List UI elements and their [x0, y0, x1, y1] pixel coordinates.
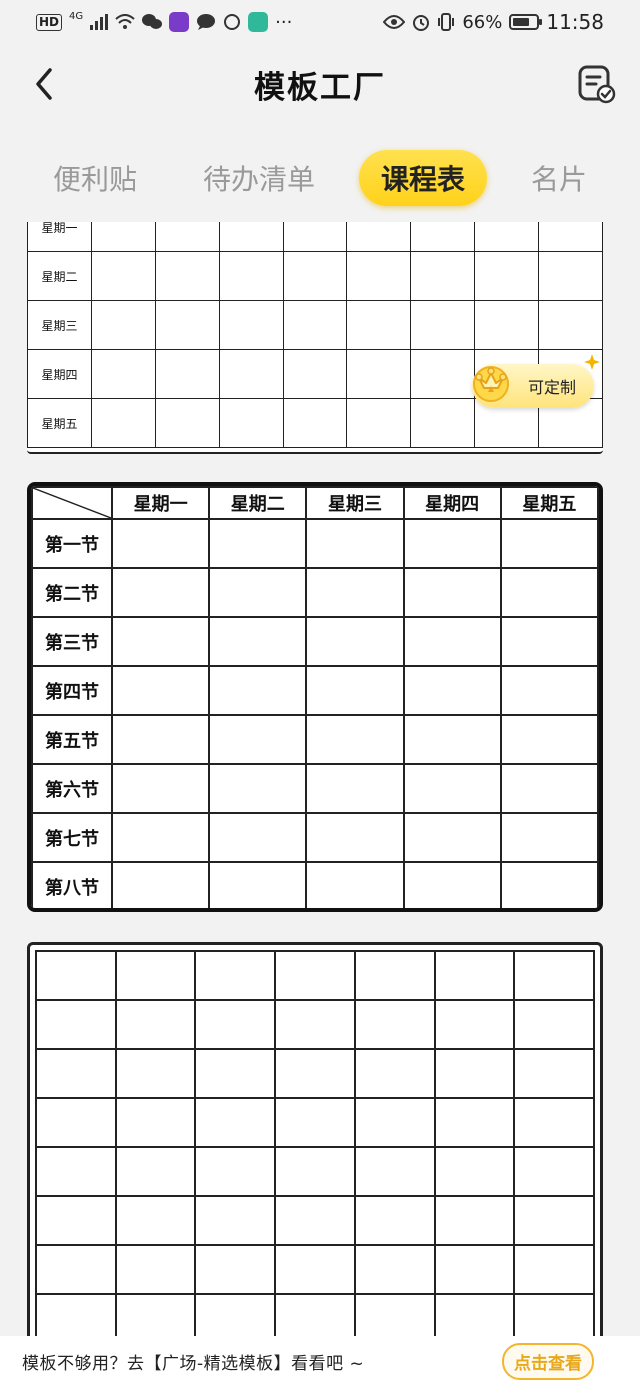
row-label: 第七节 — [31, 812, 113, 863]
timetable-grid-3 — [35, 950, 595, 1336]
wechat-icon — [142, 14, 163, 29]
table-row — [35, 1293, 595, 1336]
category-tabs: 便利贴 待办清单 课程表 名片 — [0, 140, 640, 216]
battery-icon — [509, 14, 543, 30]
table-row: 第六节 — [31, 763, 599, 814]
row-label: 星期五 — [27, 398, 92, 448]
column-header: 星期三 — [305, 486, 405, 520]
sparkle-icon — [584, 354, 600, 370]
alarm-icon — [413, 15, 430, 31]
mi-icon — [248, 12, 269, 32]
column-header: 星期一 — [110, 486, 211, 520]
battery-percent: 66% — [462, 11, 503, 33]
eye-icon — [383, 15, 406, 29]
table-row — [35, 1244, 595, 1295]
banner-text: 模板不够用？去【广场-精选模板】看看吧 ~ — [22, 1353, 365, 1374]
column-header: 星期四 — [402, 486, 502, 520]
row-label: 星期四 — [27, 349, 92, 399]
column-header: 星期二 — [208, 486, 308, 520]
app-icon — [169, 12, 190, 32]
table-row: 星期二 — [27, 251, 603, 301]
row-label: 星期三 — [27, 300, 92, 350]
my-templates-icon[interactable] — [576, 64, 616, 104]
signal-icon — [90, 14, 109, 30]
table-row — [35, 1097, 595, 1148]
template-list[interactable]: 星期一 星期二 星期三 星期四 星期五 可定制 星期一 星期二 星期三 星期四 … — [0, 222, 640, 1336]
row-label: 第四节 — [31, 665, 113, 716]
row-label: 第六节 — [31, 763, 113, 814]
table-row — [35, 1195, 595, 1246]
more-notifications-icon: ··· — [275, 11, 293, 33]
row-label: 第一节 — [31, 518, 113, 569]
crown-icon — [473, 366, 509, 402]
status-left: HD 4G ··· — [36, 10, 293, 33]
status-bar: HD 4G ··· 66% 11:58 — [0, 0, 640, 44]
message-icon — [197, 14, 216, 30]
table-row: 第五节 — [31, 714, 599, 765]
row-label: 第八节 — [31, 861, 113, 908]
tab-sticky-notes[interactable]: 便利贴 — [31, 150, 159, 206]
table-row: 星期三 — [27, 300, 603, 350]
table-row: 第七节 — [31, 812, 599, 863]
vibrate-icon — [438, 13, 455, 31]
row-label: 第五节 — [31, 714, 113, 765]
table-row — [35, 1146, 595, 1197]
table-row: 第四节 — [31, 665, 599, 716]
view-button[interactable]: 点击查看 — [502, 1342, 594, 1380]
table-row — [35, 999, 595, 1050]
corner-cell — [31, 486, 113, 520]
timetable-grid-2: 星期一 星期二 星期三 星期四 星期五 第一节 第二节 第三节 第四节 第五节 … — [31, 486, 599, 908]
customizable-badge[interactable]: 可定制 — [472, 354, 600, 408]
tab-todo-list[interactable]: 待办清单 — [181, 150, 337, 206]
tab-timetable[interactable]: 课程表 — [358, 150, 487, 206]
tab-business-card[interactable]: 名片 — [509, 150, 609, 206]
row-label: 星期二 — [27, 251, 92, 301]
hd-icon: HD — [36, 13, 63, 31]
table-row: 第二节 — [31, 567, 599, 618]
table-row: 第八节 — [31, 861, 599, 908]
table-row: 星期一 — [27, 222, 603, 252]
template-card-1[interactable]: 星期一 星期二 星期三 星期四 星期五 可定制 — [27, 222, 603, 454]
clock: 11:58 — [546, 10, 604, 34]
template-card-3[interactable] — [27, 942, 603, 1336]
table-header-row: 星期一 星期二 星期三 星期四 星期五 — [31, 486, 599, 520]
table-row — [35, 1048, 595, 1099]
table-row — [35, 950, 595, 1001]
badge-label: 可定制 — [527, 378, 576, 397]
column-header: 星期五 — [499, 486, 599, 520]
row-label: 星期一 — [27, 222, 92, 252]
app-header: 模板工厂 — [0, 44, 640, 124]
bottom-banner: 模板不够用？去【广场-精选模板】看看吧 ~ 点击查看 — [0, 1336, 640, 1386]
table-row: 第一节 — [31, 518, 599, 569]
status-right: 66% 11:58 — [383, 10, 604, 34]
timetable-grid-1: 星期一 星期二 星期三 星期四 星期五 — [27, 222, 603, 448]
network-label: 4G — [69, 10, 84, 22]
circle-icon — [224, 14, 241, 30]
back-arrow-icon[interactable] — [30, 64, 62, 104]
template-card-2[interactable]: 星期一 星期二 星期三 星期四 星期五 第一节 第二节 第三节 第四节 第五节 … — [27, 482, 603, 912]
page-title: 模板工厂 — [254, 69, 386, 106]
row-label: 第三节 — [31, 616, 113, 667]
table-row: 第三节 — [31, 616, 599, 667]
wifi-icon — [115, 14, 135, 29]
row-label: 第二节 — [31, 567, 113, 618]
